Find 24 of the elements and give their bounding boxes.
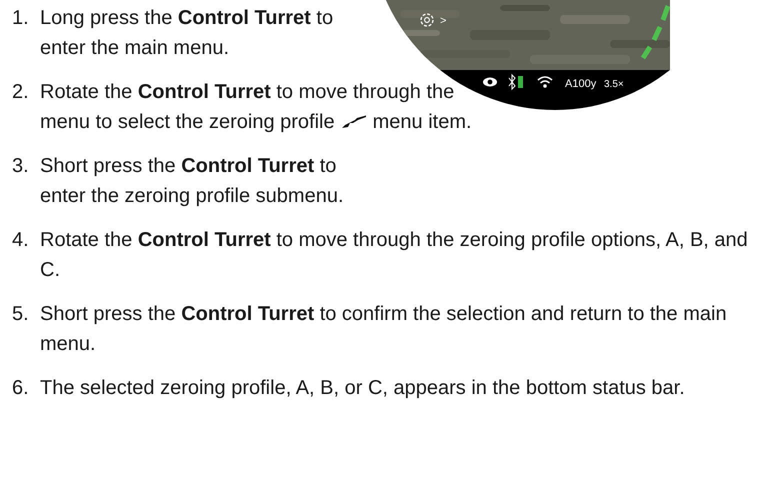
settings-icon[interactable] <box>420 13 434 27</box>
step-text: Long press the Control Turret to enter the main menu. <box>40 7 334 58</box>
step-number: 2. <box>12 80 30 105</box>
step-text: Rotate the Control Turret to move through the <box>40 80 456 105</box>
range-arc-drawing <box>640 5 670 60</box>
wifi-icon <box>538 76 552 88</box>
step-text: menu to select the zeroing profile <box>40 110 335 134</box>
step-text: Short press the Control Turret to enter the zeroing profile submenu. <box>40 155 344 206</box>
rifle-icon <box>340 115 367 130</box>
magnification: 3.5× <box>604 79 624 90</box>
eye-icon <box>483 78 497 86</box>
step-number: 3. <box>12 154 30 179</box>
battery-icon <box>518 76 523 88</box>
step-number: 1. <box>12 6 30 31</box>
step-number: 6. <box>12 376 30 401</box>
step-text: Rotate the Control Turret to move through the zeroing profile options, A, B, and C. <box>40 229 748 280</box>
step-number: 5. <box>12 302 30 327</box>
profile-distance: A100y <box>565 78 596 90</box>
bluetooth-icon <box>508 74 516 90</box>
step-text: Short press the Control Turret to confirm the selection and return to the main menu. <box>40 303 727 354</box>
menu-arrow: > <box>440 15 446 27</box>
step-text: menu item. <box>372 110 472 134</box>
step-number: 4. <box>12 228 30 253</box>
step-text: The selected zeroing profile, A, B, or C, appears in the bottom status bar. <box>40 377 685 399</box>
